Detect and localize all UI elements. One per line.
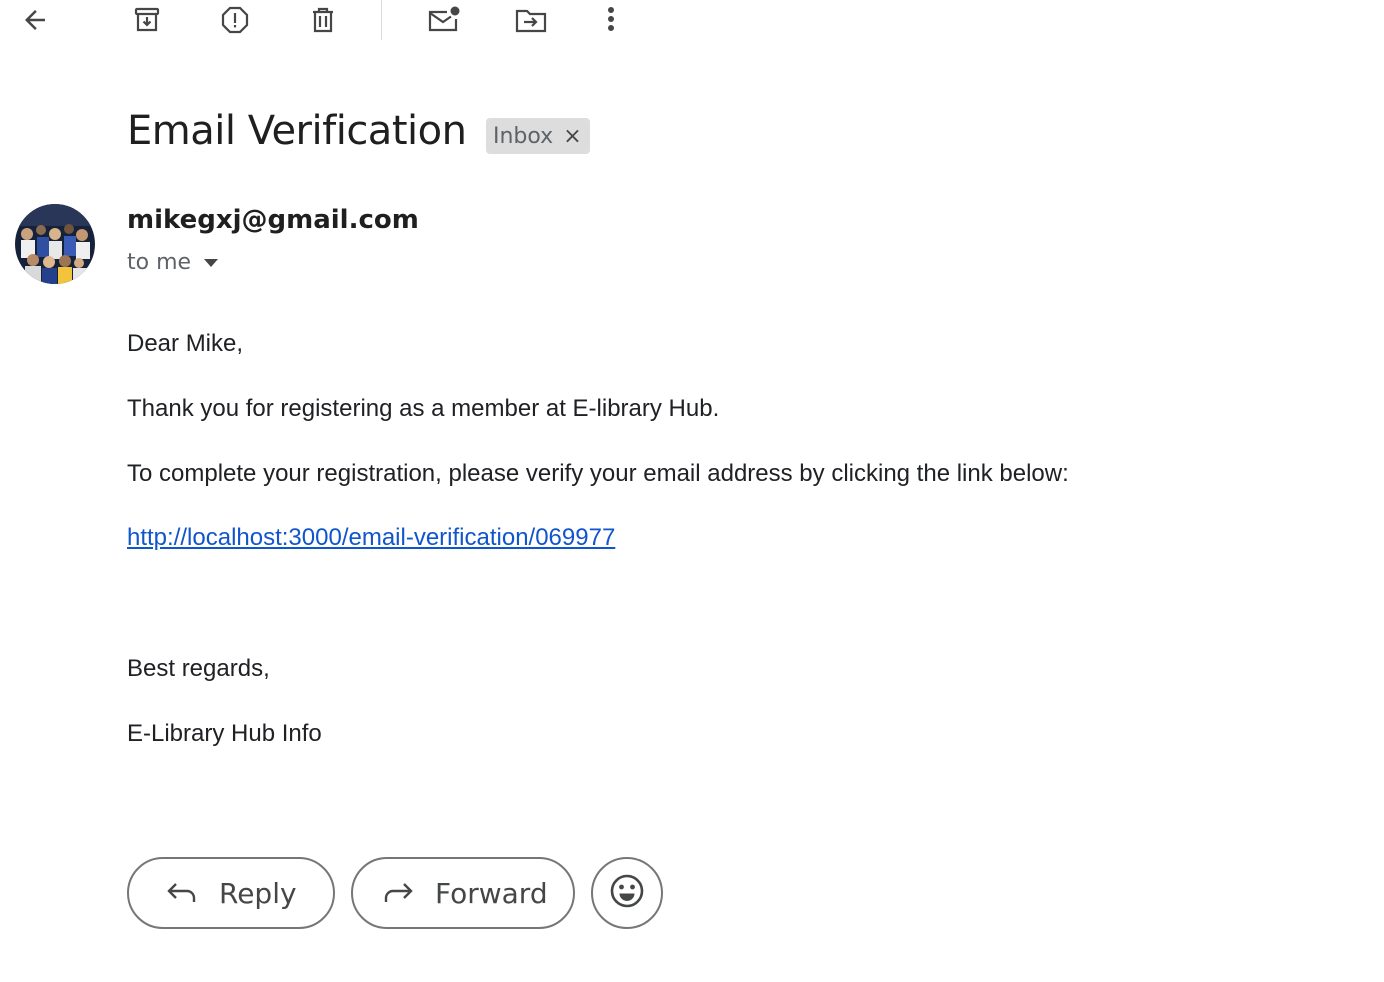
recipient-text: to me: [127, 250, 192, 275]
chevron-down-icon[interactable]: [203, 258, 219, 268]
mark-unread-icon: [425, 4, 461, 36]
delete-button[interactable]: [303, 0, 343, 40]
reply-icon: [167, 881, 197, 905]
archive-icon: [131, 4, 163, 36]
more-options-button[interactable]: [591, 0, 631, 40]
body-closing: Best regards,: [127, 655, 270, 682]
forward-label: Forward: [435, 876, 548, 910]
email-subject: Email Verification: [127, 108, 467, 154]
back-button[interactable]: [15, 0, 55, 40]
toolbar-divider: [381, 0, 382, 40]
emoji-reaction-button[interactable]: [591, 857, 663, 929]
move-to-folder-icon: [513, 4, 549, 36]
body-line-1: Thank you for registering as a member at…: [127, 395, 720, 422]
smiley-icon: [609, 873, 645, 914]
trash-icon: [307, 4, 339, 36]
sender-email[interactable]: mikegxj@gmail.com: [127, 205, 419, 235]
inbox-label-chip[interactable]: Inbox ×: [486, 118, 590, 154]
remove-label-icon[interactable]: ×: [563, 124, 581, 149]
body-greeting: Dear Mike,: [127, 330, 244, 357]
verification-link[interactable]: http://localhost:3000/email-verification…: [127, 524, 615, 552]
recipient-line: to me: [127, 250, 219, 275]
reply-button[interactable]: Reply: [127, 857, 335, 929]
label-text: Inbox: [493, 123, 554, 149]
sender-avatar[interactable]: [15, 204, 95, 284]
body-signature: E-Library Hub Info: [127, 720, 322, 747]
email-view: Email Verification Inbox × mikegxj@gmail…: [0, 0, 1384, 982]
move-to-button[interactable]: [511, 0, 551, 40]
more-vert-icon: [607, 6, 615, 34]
body-line-2: To complete your registration, please ve…: [127, 460, 1069, 487]
arrow-left-icon: [20, 5, 50, 35]
forward-icon: [383, 881, 413, 905]
reply-label: Reply: [219, 876, 297, 910]
report-spam-icon: [219, 4, 251, 36]
mark-unread-button[interactable]: [423, 0, 463, 40]
forward-button[interactable]: Forward: [351, 857, 575, 929]
report-spam-button[interactable]: [215, 0, 255, 40]
archive-button[interactable]: [127, 0, 167, 40]
